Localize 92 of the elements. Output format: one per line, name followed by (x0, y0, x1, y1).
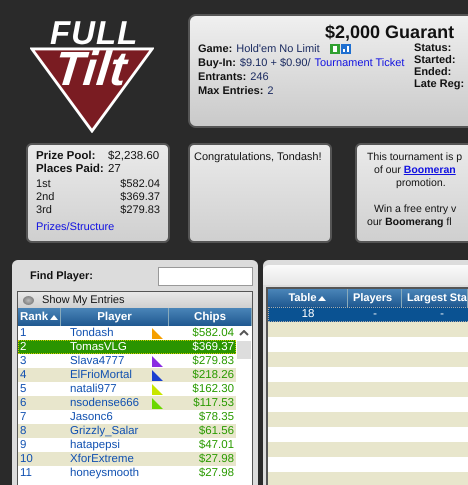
player-row[interactable]: 6 nsodense666 $117.53 (18, 396, 236, 410)
player-row[interactable]: 5 natali977 $162.30 (18, 382, 236, 396)
logo: FULL Tilt (0, 0, 188, 134)
show-entries-toggle[interactable] (23, 296, 34, 304)
info-value: 246 (250, 71, 269, 83)
chips-cell-text: $162.30 (191, 382, 235, 396)
player-row[interactable]: 7 Jasonc6 $78.35 (18, 410, 236, 424)
find-player-label: Find Player: (30, 270, 93, 282)
rank-cell-text: 10 (19, 452, 34, 466)
player-row[interactable]: 11 honeysmooth $27.98 (18, 466, 236, 480)
player-column-header[interactable]: Player (61, 308, 169, 326)
status-label: Started: (414, 54, 457, 66)
scrollbar-thumb[interactable] (237, 341, 251, 359)
table-number: 18 (300, 307, 316, 322)
show-entries-label: Show My Entries (42, 294, 125, 306)
rank-cell-text: 1 (19, 326, 28, 340)
place-amount: $279.83 (120, 204, 160, 217)
prize-pool-label: Prize Pool: (36, 150, 96, 163)
player-name: hatapepsi (70, 438, 121, 452)
player-name: Grizzly_Salar (70, 424, 140, 438)
player-name: natali977 (70, 382, 118, 396)
rank-column-header[interactable]: Rank (18, 308, 61, 326)
promo-text: of our Boomeran (373, 164, 457, 177)
ticket-link[interactable]: Tournament Ticket (314, 57, 404, 69)
prizes-structure-link[interactable]: Prizes/Structure (36, 221, 160, 233)
status-label: Late Reg: (414, 78, 464, 90)
info-label: Max Entries: (198, 85, 264, 97)
info-label: Buy-In: (198, 57, 236, 69)
rank-cell-text: 3 (19, 354, 28, 368)
status-label: Ended: (414, 66, 452, 78)
player-name: nsodense666 (70, 396, 140, 410)
info-label: Entrants: (198, 71, 246, 83)
rank-cell-text: 4 (19, 368, 28, 382)
chips-cell-text: $78.35 (198, 410, 235, 424)
chips-cell-text: $27.98 (198, 466, 235, 480)
chips-cell-text: $47.01 (198, 438, 235, 452)
chips-cell-text: $582.04 (191, 326, 235, 340)
prize-pool-value: $2,238.60 (108, 150, 160, 163)
info-value: 2 (267, 85, 274, 97)
chips-cell-text: $61.56 (198, 424, 235, 438)
player-row[interactable]: 3 Slava4777 $279.83 (18, 354, 236, 368)
rank-cell-text: 7 (19, 410, 28, 424)
tournament-title: $2,000 Guarant (324, 22, 456, 42)
rank-cell-text: 5 (19, 382, 28, 396)
table-row[interactable]: 18 - - (268, 307, 468, 322)
place-amount: $369.37 (120, 191, 160, 204)
players-cell-text: - (372, 307, 378, 322)
promo-text: This tournament is p (367, 151, 464, 164)
chips-cell-text: $117.53 (192, 396, 235, 410)
player-name: honeysmooth (70, 466, 140, 480)
rank-cell-text: 8 (19, 424, 28, 438)
triangle-icon (30, 47, 154, 133)
status-label: Status: (414, 42, 452, 54)
find-player-field[interactable] (158, 266, 253, 286)
chips-cell-text: $27.98 (198, 452, 235, 466)
info-value: Hold'em No Limit (236, 43, 320, 55)
chips-cell-text: $369.37 (191, 340, 235, 354)
player-name: ElFrioMortal (70, 368, 133, 382)
player-name: XforExtreme (70, 452, 135, 466)
player-name: TomasVLG (70, 340, 128, 354)
rank-cell-text: 11 (19, 466, 33, 480)
congratulations-message: Congratulations, Tondash! (194, 151, 322, 163)
promo-text: Win a free entry v (373, 203, 458, 216)
player-name: Slava4777 (70, 354, 126, 368)
info-value: $9.10 + $0.90/ (240, 57, 311, 69)
player-row[interactable]: 9 hatapepsi $47.01 (18, 438, 236, 452)
player-name: Jasonc6 (70, 410, 114, 424)
places-paid-value: 27 (108, 163, 121, 176)
rank-cell-text: 9 (19, 438, 28, 452)
player-row[interactable]: 8 Grizzly_Salar $61.56 (18, 424, 236, 438)
scroll-up-icon[interactable] (239, 330, 249, 336)
places-paid-label: Places Paid: (36, 163, 105, 176)
player-row[interactable]: 10 XforExtreme $27.98 (18, 452, 236, 466)
chips-cell-text: $279.83 (191, 354, 235, 368)
info-label: Game: (198, 43, 232, 55)
promo-text: our Boomerang fl (367, 216, 453, 229)
player-name: Tondash (70, 326, 114, 340)
sort-up-icon (318, 296, 326, 300)
chips-cell-text: $218.26 (191, 368, 235, 382)
place-amount: $582.04 (120, 178, 160, 191)
player-row[interactable]: 2 TomasVLG $369.37 (18, 340, 236, 354)
sort-up-icon (50, 314, 58, 320)
player-row[interactable]: 1 Tondash $582.04 (18, 326, 236, 340)
largest-stack-cell-text: - (439, 307, 445, 322)
rank-cell-text: 6 (19, 396, 28, 410)
rank-cell-text: 2 (19, 340, 28, 354)
promo-text: promotion. (395, 177, 447, 190)
boomerang-link[interactable]: Boomeran (404, 164, 456, 176)
place-label: 1st (36, 178, 51, 191)
place-label: 2nd (36, 191, 54, 204)
player-row[interactable]: 4 ElFrioMortal $218.26 (18, 368, 236, 382)
place-label: 3rd (36, 204, 52, 217)
